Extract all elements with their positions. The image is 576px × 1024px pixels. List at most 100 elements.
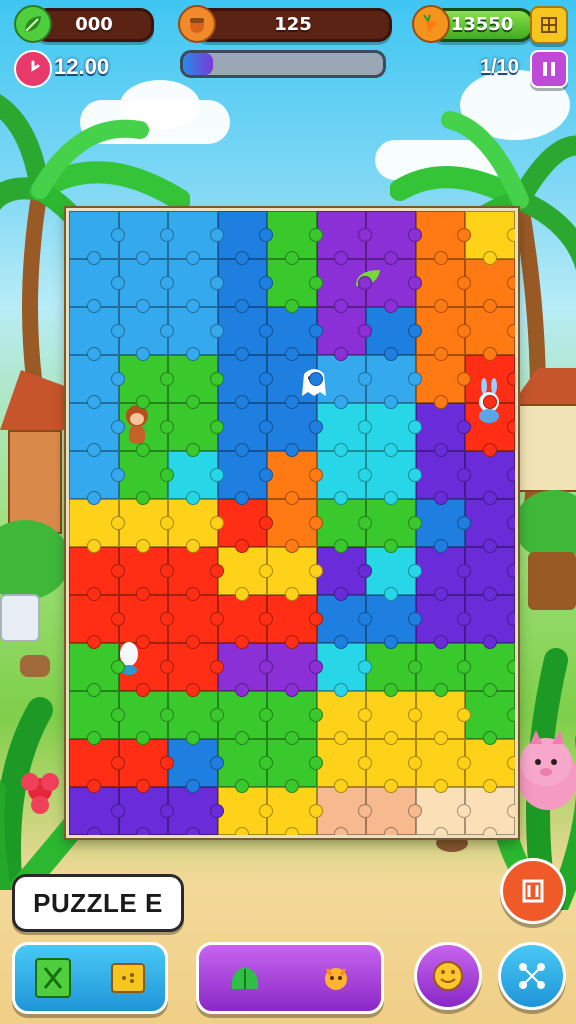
puzzle-piece[interactable]	[267, 451, 323, 505]
emoji-button[interactable]	[414, 942, 482, 1010]
puzzle-piece[interactable]	[415, 451, 471, 505]
puzzle-piece[interactable]	[267, 499, 323, 553]
puzzle-piece[interactable]	[316, 307, 372, 361]
puzzle-piece[interactable]	[118, 355, 174, 409]
puzzle-piece[interactable]	[366, 787, 422, 835]
puzzle-piece[interactable]	[415, 643, 471, 697]
puzzle-piece[interactable]	[267, 547, 323, 601]
puzzle-piece[interactable]	[168, 643, 224, 697]
puzzle-piece[interactable]	[217, 403, 273, 457]
puzzle-piece[interactable]	[168, 547, 224, 601]
puzzle-piece[interactable]	[267, 691, 323, 745]
puzzle-piece[interactable]	[118, 691, 174, 745]
puzzle-piece[interactable]	[69, 259, 125, 313]
puzzle-piece[interactable]	[415, 787, 471, 835]
puzzle-piece[interactable]	[69, 595, 125, 649]
puzzle-piece[interactable]	[415, 547, 471, 601]
puzzle-piece[interactable]	[465, 691, 515, 745]
puzzle-piece[interactable]	[366, 547, 422, 601]
puzzle-piece[interactable]	[465, 739, 515, 793]
puzzle-piece[interactable]	[366, 355, 422, 409]
puzzle-piece[interactable]	[217, 211, 273, 265]
puzzle-piece[interactable]	[415, 499, 471, 553]
puzzle-piece[interactable]	[168, 403, 224, 457]
puzzle-piece[interactable]	[168, 499, 224, 553]
puzzle-piece[interactable]	[465, 307, 515, 361]
puzzle-piece[interactable]	[267, 739, 323, 793]
puzzle-piece[interactable]	[415, 595, 471, 649]
puzzle-piece[interactable]	[267, 643, 323, 697]
puzzle-piece[interactable]	[316, 499, 372, 553]
puzzle-piece[interactable]	[217, 739, 273, 793]
puzzle-piece[interactable]	[217, 259, 273, 313]
puzzle-piece[interactable]	[366, 451, 422, 505]
pause-icon[interactable]	[530, 50, 568, 88]
puzzle-piece[interactable]	[69, 643, 125, 697]
puzzle-piece[interactable]	[465, 547, 515, 601]
puzzle-piece[interactable]	[366, 595, 422, 649]
puzzle-piece[interactable]	[69, 547, 125, 601]
puzzle-piece[interactable]	[217, 451, 273, 505]
puzzle-piece[interactable]	[217, 787, 273, 835]
puzzle-piece[interactable]	[415, 355, 471, 409]
puzzle-piece[interactable]	[118, 547, 174, 601]
puzzle-piece[interactable]	[217, 307, 273, 361]
puzzle-piece[interactable]	[316, 451, 372, 505]
puzzle-piece[interactable]	[267, 211, 323, 265]
puzzle-piece[interactable]	[366, 643, 422, 697]
puzzle-piece[interactable]	[118, 739, 174, 793]
puzzle-piece[interactable]	[69, 307, 125, 361]
puzzle-piece[interactable]	[118, 595, 174, 649]
puzzle-piece[interactable]	[217, 499, 273, 553]
puzzle-piece[interactable]	[465, 643, 515, 697]
puzzle-piece[interactable]	[366, 211, 422, 265]
puzzle-piece[interactable]	[168, 307, 224, 361]
puzzle-piece[interactable]	[267, 259, 323, 313]
puzzle-piece[interactable]	[316, 403, 372, 457]
puzzle-piece[interactable]	[69, 355, 125, 409]
puzzle-piece[interactable]	[366, 403, 422, 457]
map-icon[interactable]	[35, 958, 71, 998]
puzzle-piece[interactable]	[69, 787, 125, 835]
puzzle-piece[interactable]	[366, 499, 422, 553]
puzzle-piece[interactable]	[267, 403, 323, 457]
puzzle-piece[interactable]	[415, 211, 471, 265]
puzzle-piece[interactable]	[316, 547, 372, 601]
puzzle-piece[interactable]	[69, 451, 125, 505]
puzzle-piece[interactable]	[118, 259, 174, 313]
puzzle-piece[interactable]	[69, 211, 125, 265]
puzzle-piece[interactable]	[465, 451, 515, 505]
puzzle-piece[interactable]	[217, 595, 273, 649]
puzzle-piece[interactable]	[168, 595, 224, 649]
puzzle-piece[interactable]	[69, 739, 125, 793]
puzzle-piece[interactable]	[316, 595, 372, 649]
puzzle-piece[interactable]	[118, 451, 174, 505]
puzzle-piece[interactable]	[267, 595, 323, 649]
puzzle-piece[interactable]	[168, 211, 224, 265]
puzzle-piece[interactable]	[69, 403, 125, 457]
puzzle-piece[interactable]	[267, 307, 323, 361]
puzzle-piece[interactable]	[168, 259, 224, 313]
puzzle-piece[interactable]	[366, 307, 422, 361]
puzzle-piece[interactable]	[465, 259, 515, 313]
puzzle-piece[interactable]	[217, 691, 273, 745]
puzzle-piece[interactable]	[168, 739, 224, 793]
puzzle-piece[interactable]	[316, 691, 372, 745]
puzzle-piece[interactable]	[118, 307, 174, 361]
puzzle-piece[interactable]	[168, 355, 224, 409]
puzzle-piece[interactable]	[168, 787, 224, 835]
puzzle-piece[interactable]	[69, 691, 125, 745]
puzzle-piece[interactable]	[168, 691, 224, 745]
puzzle-piece[interactable]	[415, 403, 471, 457]
puzzle-piece[interactable]	[217, 547, 273, 601]
puzzle-piece[interactable]	[465, 499, 515, 553]
puzzle-piece[interactable]	[465, 595, 515, 649]
puzzle-piece[interactable]	[415, 739, 471, 793]
puzzle-piece[interactable]	[316, 739, 372, 793]
puzzle-piece[interactable]	[69, 499, 125, 553]
puzzle-board[interactable]	[66, 208, 518, 838]
puzzle-piece[interactable]	[118, 499, 174, 553]
puzzle-piece[interactable]	[168, 451, 224, 505]
puzzle-piece[interactable]	[118, 787, 174, 835]
puzzle-piece[interactable]	[415, 259, 471, 313]
